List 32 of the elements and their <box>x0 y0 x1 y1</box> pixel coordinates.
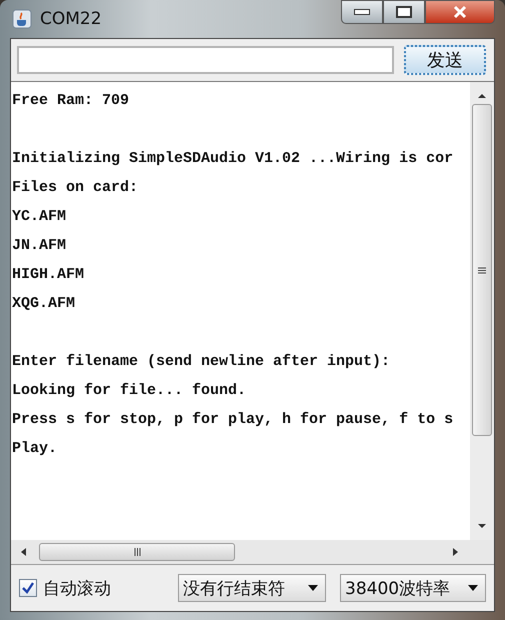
check-icon <box>21 581 35 595</box>
output-line: Press s for stop, p for play, h for pause, f to s <box>12 410 454 430</box>
output-line: YC.AFM <box>12 207 68 227</box>
close-icon <box>452 5 468 19</box>
maximize-button[interactable] <box>383 0 425 24</box>
output-line: XQG.AFM <box>12 294 76 314</box>
minimize-button[interactable] <box>341 0 383 24</box>
window-title: COM22 <box>40 9 102 29</box>
left-arrow-icon[interactable] <box>19 547 29 557</box>
output-line: Files on card: <box>12 178 140 198</box>
caret-icon <box>307 584 319 592</box>
send-button[interactable]: 发送 <box>404 45 486 75</box>
cup-icon <box>12 9 32 29</box>
autoscroll-checkbox[interactable]: 自动滚动 <box>19 576 111 600</box>
output-line: JN.AFM <box>12 236 68 256</box>
close-button[interactable] <box>425 0 495 24</box>
right-arrow-icon[interactable] <box>450 547 460 557</box>
output-line: Initializing SimpleSDAudio V1.02 ...Wiring is cor <box>12 149 454 169</box>
output-line: Looking for file... found. <box>12 381 248 401</box>
line-ending-dropdown[interactable]: 没有行结束符 <box>178 574 326 602</box>
baud-rate-dropdown[interactable]: 38400波特率 <box>340 574 486 602</box>
grip-icon <box>134 548 140 556</box>
output-line: Enter filename (send newline after input): <box>12 352 392 372</box>
down-arrow-icon[interactable] <box>477 522 487 530</box>
output-line: Free Ram: 709 <box>12 91 130 111</box>
horizontal-scrollbar[interactable] <box>11 540 494 564</box>
output-line: HIGH.AFM <box>12 265 86 285</box>
caret-icon <box>467 584 479 592</box>
grip-icon <box>478 266 486 274</box>
input-field[interactable] <box>17 46 394 74</box>
up-arrow-icon[interactable] <box>477 92 487 100</box>
output-line: Play. <box>12 439 58 459</box>
